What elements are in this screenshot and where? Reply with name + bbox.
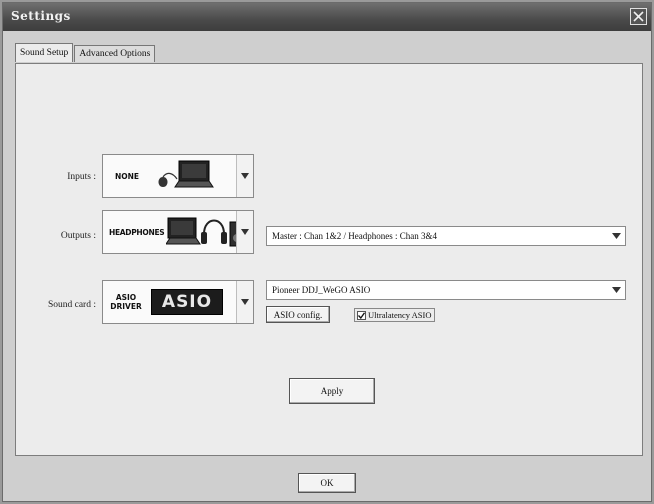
asio-driver-text: ASIO DRIVER (110, 293, 142, 311)
title-bar: Settings (3, 3, 651, 31)
outputs-label: Outputs : (60, 231, 96, 241)
sound-card-dropdown-arrow[interactable] (236, 281, 253, 323)
checkmark-icon (358, 311, 365, 319)
ultralatency-checkbox[interactable]: Ultralatency ASIO (354, 308, 435, 322)
asio-config-button[interactable]: ASIO config. (266, 306, 330, 323)
chevron-down-icon (241, 299, 249, 305)
tab-sound-setup[interactable]: Sound Setup (15, 43, 74, 62)
output-routing-select[interactable]: Master : Chan 1&2 / Headphones : Chan 3&… (266, 226, 626, 246)
settings-window: Settings Sound Setup Advanced Options In… (2, 2, 652, 502)
sound-card-device-select[interactable]: Pioneer DDJ_WeGO ASIO (266, 280, 626, 300)
inputs-label: Inputs : (67, 172, 96, 182)
sound-card-picker[interactable]: ASIO DRIVER ASIO (102, 280, 254, 324)
close-button[interactable] (630, 8, 647, 25)
tab-advanced-options[interactable]: Advanced Options (74, 45, 156, 62)
checkbox[interactable] (357, 310, 366, 320)
laptop-mouse-icon (158, 160, 214, 188)
sound-card-device-value: Pioneer DDJ_WeGO ASIO (272, 285, 371, 295)
headphones-speaker-icon (166, 217, 237, 247)
sound-setup-panel: Inputs : NONE Outputs : HEADPHONES Maste… (15, 63, 643, 456)
asio-logo: ASIO (151, 289, 223, 315)
chevron-down-icon (609, 229, 623, 243)
window-title: Settings (11, 9, 71, 23)
chevron-down-icon (241, 229, 249, 235)
outputs-dropdown-arrow[interactable] (236, 211, 253, 253)
outputs-selected: HEADPHONES (109, 227, 165, 237)
inputs-picker[interactable]: NONE (102, 154, 254, 198)
sound-card-label: Sound card : (47, 300, 96, 310)
apply-button[interactable]: Apply (289, 378, 375, 404)
outputs-picker[interactable]: HEADPHONES (102, 210, 254, 254)
close-icon (633, 11, 644, 22)
ultralatency-label: Ultralatency ASIO (368, 310, 432, 320)
ok-button[interactable]: OK (298, 473, 356, 493)
chevron-down-icon (241, 173, 249, 179)
tab-strip: Sound Setup Advanced Options (15, 43, 156, 65)
inputs-selected: NONE (115, 171, 140, 181)
output-routing-value: Master : Chan 1&2 / Headphones : Chan 3&… (272, 231, 437, 241)
chevron-down-icon (609, 283, 623, 297)
inputs-dropdown-arrow[interactable] (236, 155, 253, 197)
